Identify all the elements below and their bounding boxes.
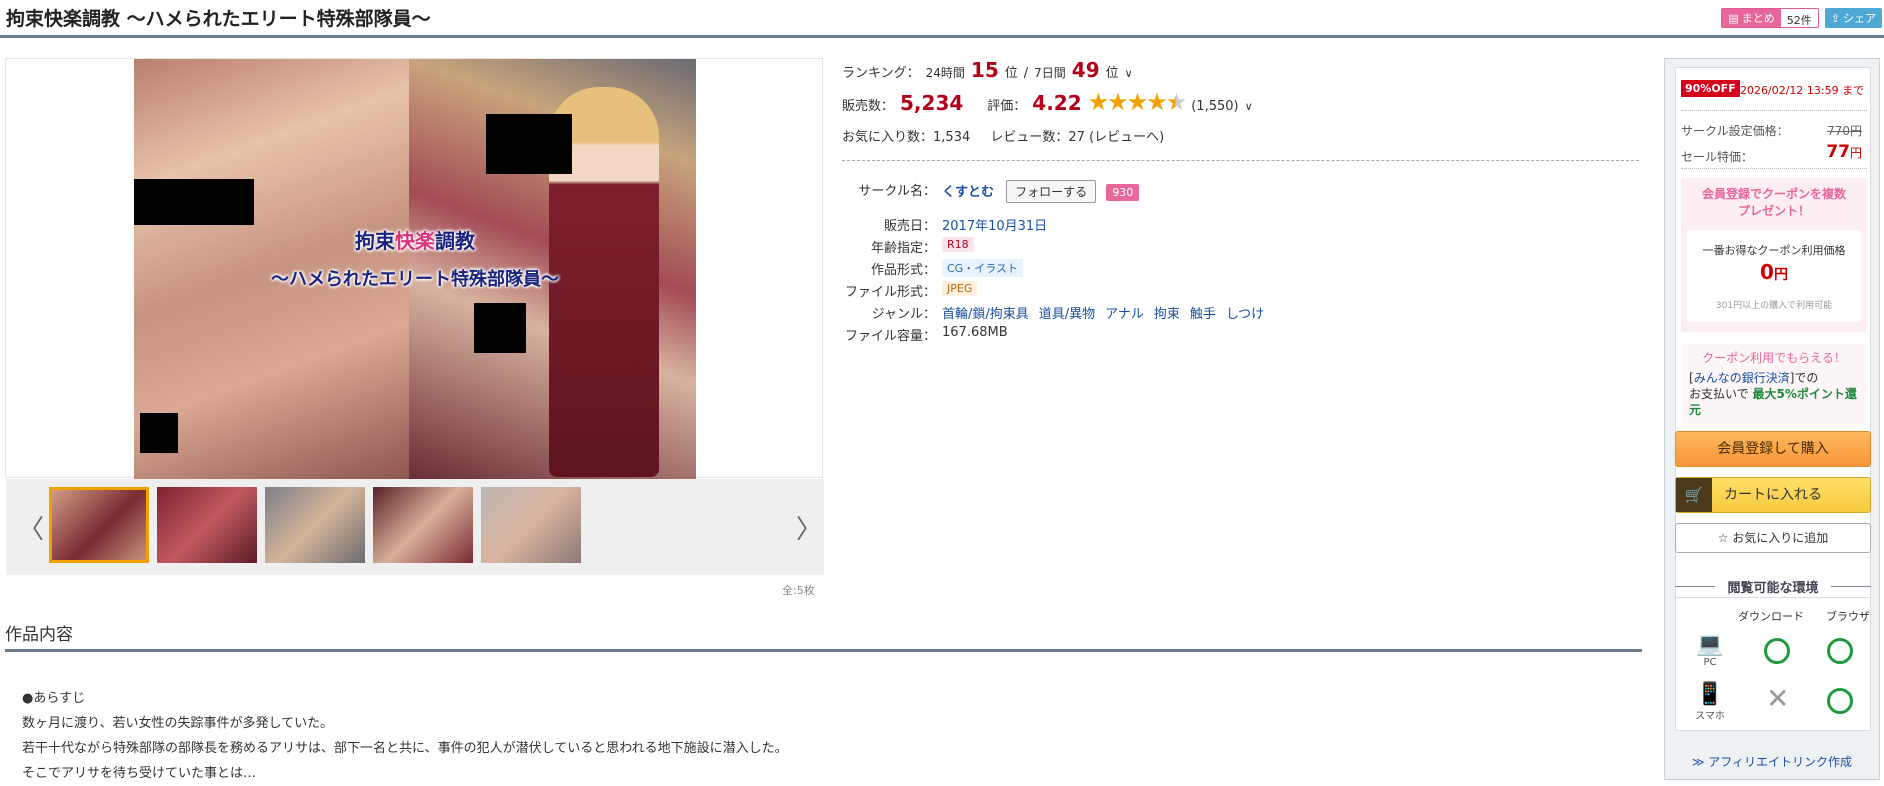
genre-link[interactable]: 道具/異物 xyxy=(1039,307,1095,322)
member-purchase-button[interactable]: 会員登録して購入 xyxy=(1675,431,1871,467)
sales-count: 5,234 xyxy=(900,91,964,115)
bookmark-icon: ▤ xyxy=(1728,11,1739,25)
rating-value: 4.22 xyxy=(1032,91,1082,115)
environment-title: 閲覧可能な環境 xyxy=(1675,577,1871,596)
follow-count: 930 xyxy=(1106,184,1140,201)
description-line: 数ヶ月に渡り、若い女性の失踪事件が多発していた。 xyxy=(22,716,334,731)
thumbnail-strip: 〈 〉 xyxy=(6,479,824,575)
add-favorite-button[interactable]: ☆ お気に入りに追加 xyxy=(1675,523,1871,553)
thumbnail[interactable] xyxy=(157,487,257,563)
cover-title-line1: 拘束快楽調教 xyxy=(355,229,475,253)
coupon-price: 0 xyxy=(1760,260,1774,284)
rank-7d: 49 xyxy=(1071,58,1100,82)
cover-title-line2: 〜ハメられたエリート特殊部隊員〜 xyxy=(271,269,559,290)
environment-table: ダウンロード ブラウザ 💻 PC 📱 スマホ ✕ xyxy=(1675,597,1871,731)
censor-bar xyxy=(134,179,254,225)
unavailable-icon: ✕ xyxy=(1766,682,1790,715)
genre-link[interactable]: しつけ xyxy=(1226,307,1264,322)
share-icon: ⇪ xyxy=(1830,11,1840,25)
favorite-review-row: お気に入り数：1,534 レビュー数：27 (レビューへ) xyxy=(842,130,1165,145)
description-line: ●あらすじ xyxy=(22,691,86,706)
affiliate-link[interactable]: ≫ アフィリエイトリンク作成 xyxy=(1665,753,1879,770)
chevron-left-icon[interactable]: 〈 xyxy=(18,509,44,546)
discount-badge: 90%OFF xyxy=(1681,80,1740,97)
laptop-icon: 💻 xyxy=(1696,632,1724,657)
page-title: 拘束快楽調教 〜ハメられたエリート特殊部隊員〜 xyxy=(6,8,431,30)
add-to-cart-button[interactable]: 🛒 カートに入れる xyxy=(1675,477,1871,513)
section-title: 作品内容 xyxy=(5,625,73,645)
star-outline-icon: ☆ xyxy=(1717,531,1729,545)
chevron-down-icon[interactable]: ∨ xyxy=(1125,67,1133,80)
bank-promo: クーポン利用でもらえる！ [みんなの銀行決済]での お支払いで 最大5%ポイント… xyxy=(1681,344,1867,424)
bank-link[interactable]: みんなの銀行決済 xyxy=(1694,371,1790,385)
rank-24h: 15 xyxy=(970,58,999,82)
add-to-cart-label: カートに入れる xyxy=(1724,487,1822,503)
phone-device: 📱 スマホ xyxy=(1690,682,1730,722)
share-button[interactable]: ⇪ シェア xyxy=(1824,8,1882,28)
spec-form: 作品形式： CG・イラスト xyxy=(871,259,1023,278)
follow-button[interactable]: フォローする xyxy=(1006,180,1097,203)
available-icon xyxy=(1827,638,1853,664)
thumbnail[interactable] xyxy=(265,487,365,563)
add-favorite-label: お気に入りに追加 xyxy=(1732,531,1829,545)
spec-file: ファイル形式： JPEG xyxy=(845,281,978,300)
purchase-panel: 90%OFF 2026/02/12 13:59 まで サークル設定価格： 770… xyxy=(1664,58,1880,780)
matome-button[interactable]: ▤ まとめ 52件 xyxy=(1721,8,1819,28)
thumbnail[interactable] xyxy=(373,487,473,563)
image-total: 全:5枚 xyxy=(782,584,815,597)
smartphone-icon: 📱 xyxy=(1696,682,1724,707)
form-badge[interactable]: CG・イラスト xyxy=(942,259,1023,277)
col-download: ダウンロード xyxy=(1738,610,1804,623)
sale-price: 77円 xyxy=(1826,142,1862,162)
available-icon xyxy=(1827,688,1853,714)
genre-link[interactable]: アナル xyxy=(1105,307,1144,322)
spec-genre: ジャンル： 首輪/鎖/拘束具 道具/異物 アナル 拘束 触手 しつけ xyxy=(871,307,1265,322)
sales-row: 販売数： 5,234 評価： 4.22 ★★★★★ (1,550) ∨ xyxy=(842,88,1253,116)
release-date-link[interactable]: 2017年10月31日 xyxy=(942,219,1047,234)
coupon-box: 会員登録でクーポンを複数 プレゼント！ 一番お得なクーポン利用価格 0円 301円… xyxy=(1681,178,1867,332)
description: ●あらすじ 数ヶ月に渡り、若い女性の失踪事件が多発していた。 若干十代ながら特殊… xyxy=(22,686,788,786)
censor-bar xyxy=(486,114,572,174)
spec-age: 年齢指定： R18 xyxy=(871,237,974,256)
spec-size: ファイル容量： 167.68MB xyxy=(844,325,1008,344)
title-bar: 拘束快楽調教 〜ハメられたエリート特殊部隊員〜 ▤ まとめ 52件 ⇪ シェア xyxy=(0,0,1884,38)
file-badge[interactable]: JPEG xyxy=(942,281,978,296)
chevron-down-icon[interactable]: ∨ xyxy=(1245,100,1253,113)
matome-count: 52件 xyxy=(1780,9,1818,27)
matome-label: まとめ xyxy=(1741,12,1775,25)
sale-end-date: 2026/02/12 13:59 まで xyxy=(1740,84,1865,97)
genre-link[interactable]: 首輪/鎖/拘束具 xyxy=(942,307,1029,322)
chevron-right-icon[interactable]: 〉 xyxy=(796,509,822,546)
col-browser: ブラウザ xyxy=(1826,610,1870,623)
thumbnail[interactable] xyxy=(49,487,149,563)
review-count: 27 xyxy=(1068,130,1085,145)
original-price: 770円 xyxy=(1827,124,1862,138)
spec-circle: サークル名： くすとむ フォローする 930 xyxy=(858,180,1140,203)
age-badge: R18 xyxy=(942,237,974,252)
spec-date: 販売日： 2017年10月31日 xyxy=(883,219,1048,234)
review-link[interactable]: (レビューへ) xyxy=(1089,130,1164,145)
image-gallery: 拘束快楽調教 〜ハメられたエリート特殊部隊員〜 〈 〉 xyxy=(5,58,824,575)
available-icon xyxy=(1764,638,1790,664)
description-line: そこでアリサを待ち受けていた事とは… xyxy=(22,766,257,781)
censor-bar xyxy=(140,413,178,453)
main-image[interactable]: 拘束快楽調教 〜ハメられたエリート特殊部隊員〜 xyxy=(134,59,696,479)
genre-link[interactable]: 拘束 xyxy=(1154,307,1180,322)
file-size: 167.68MB xyxy=(942,325,1008,340)
description-line: 若干十代ながら特殊部隊の部隊長を務めるアリサは、部下一名と共に、事件の犯人が潜伏… xyxy=(22,741,788,756)
star-rating-icon: ★★★★★ xyxy=(1087,88,1188,116)
censor-bar xyxy=(474,303,526,353)
circle-link[interactable]: くすとむ xyxy=(942,185,994,200)
genre-link[interactable]: 触手 xyxy=(1190,307,1216,322)
fav-count: 1,534 xyxy=(933,130,971,145)
share-label: シェア xyxy=(1843,12,1876,25)
rating-count: (1,550) xyxy=(1191,99,1239,114)
pc-device: 💻 PC xyxy=(1690,632,1730,668)
cart-icon: 🛒 xyxy=(1676,478,1712,512)
ranking-row: ランキング： 24時間 15 位 / 7日間 49 位 ∨ xyxy=(842,58,1133,82)
thumbnail[interactable] xyxy=(481,487,581,563)
